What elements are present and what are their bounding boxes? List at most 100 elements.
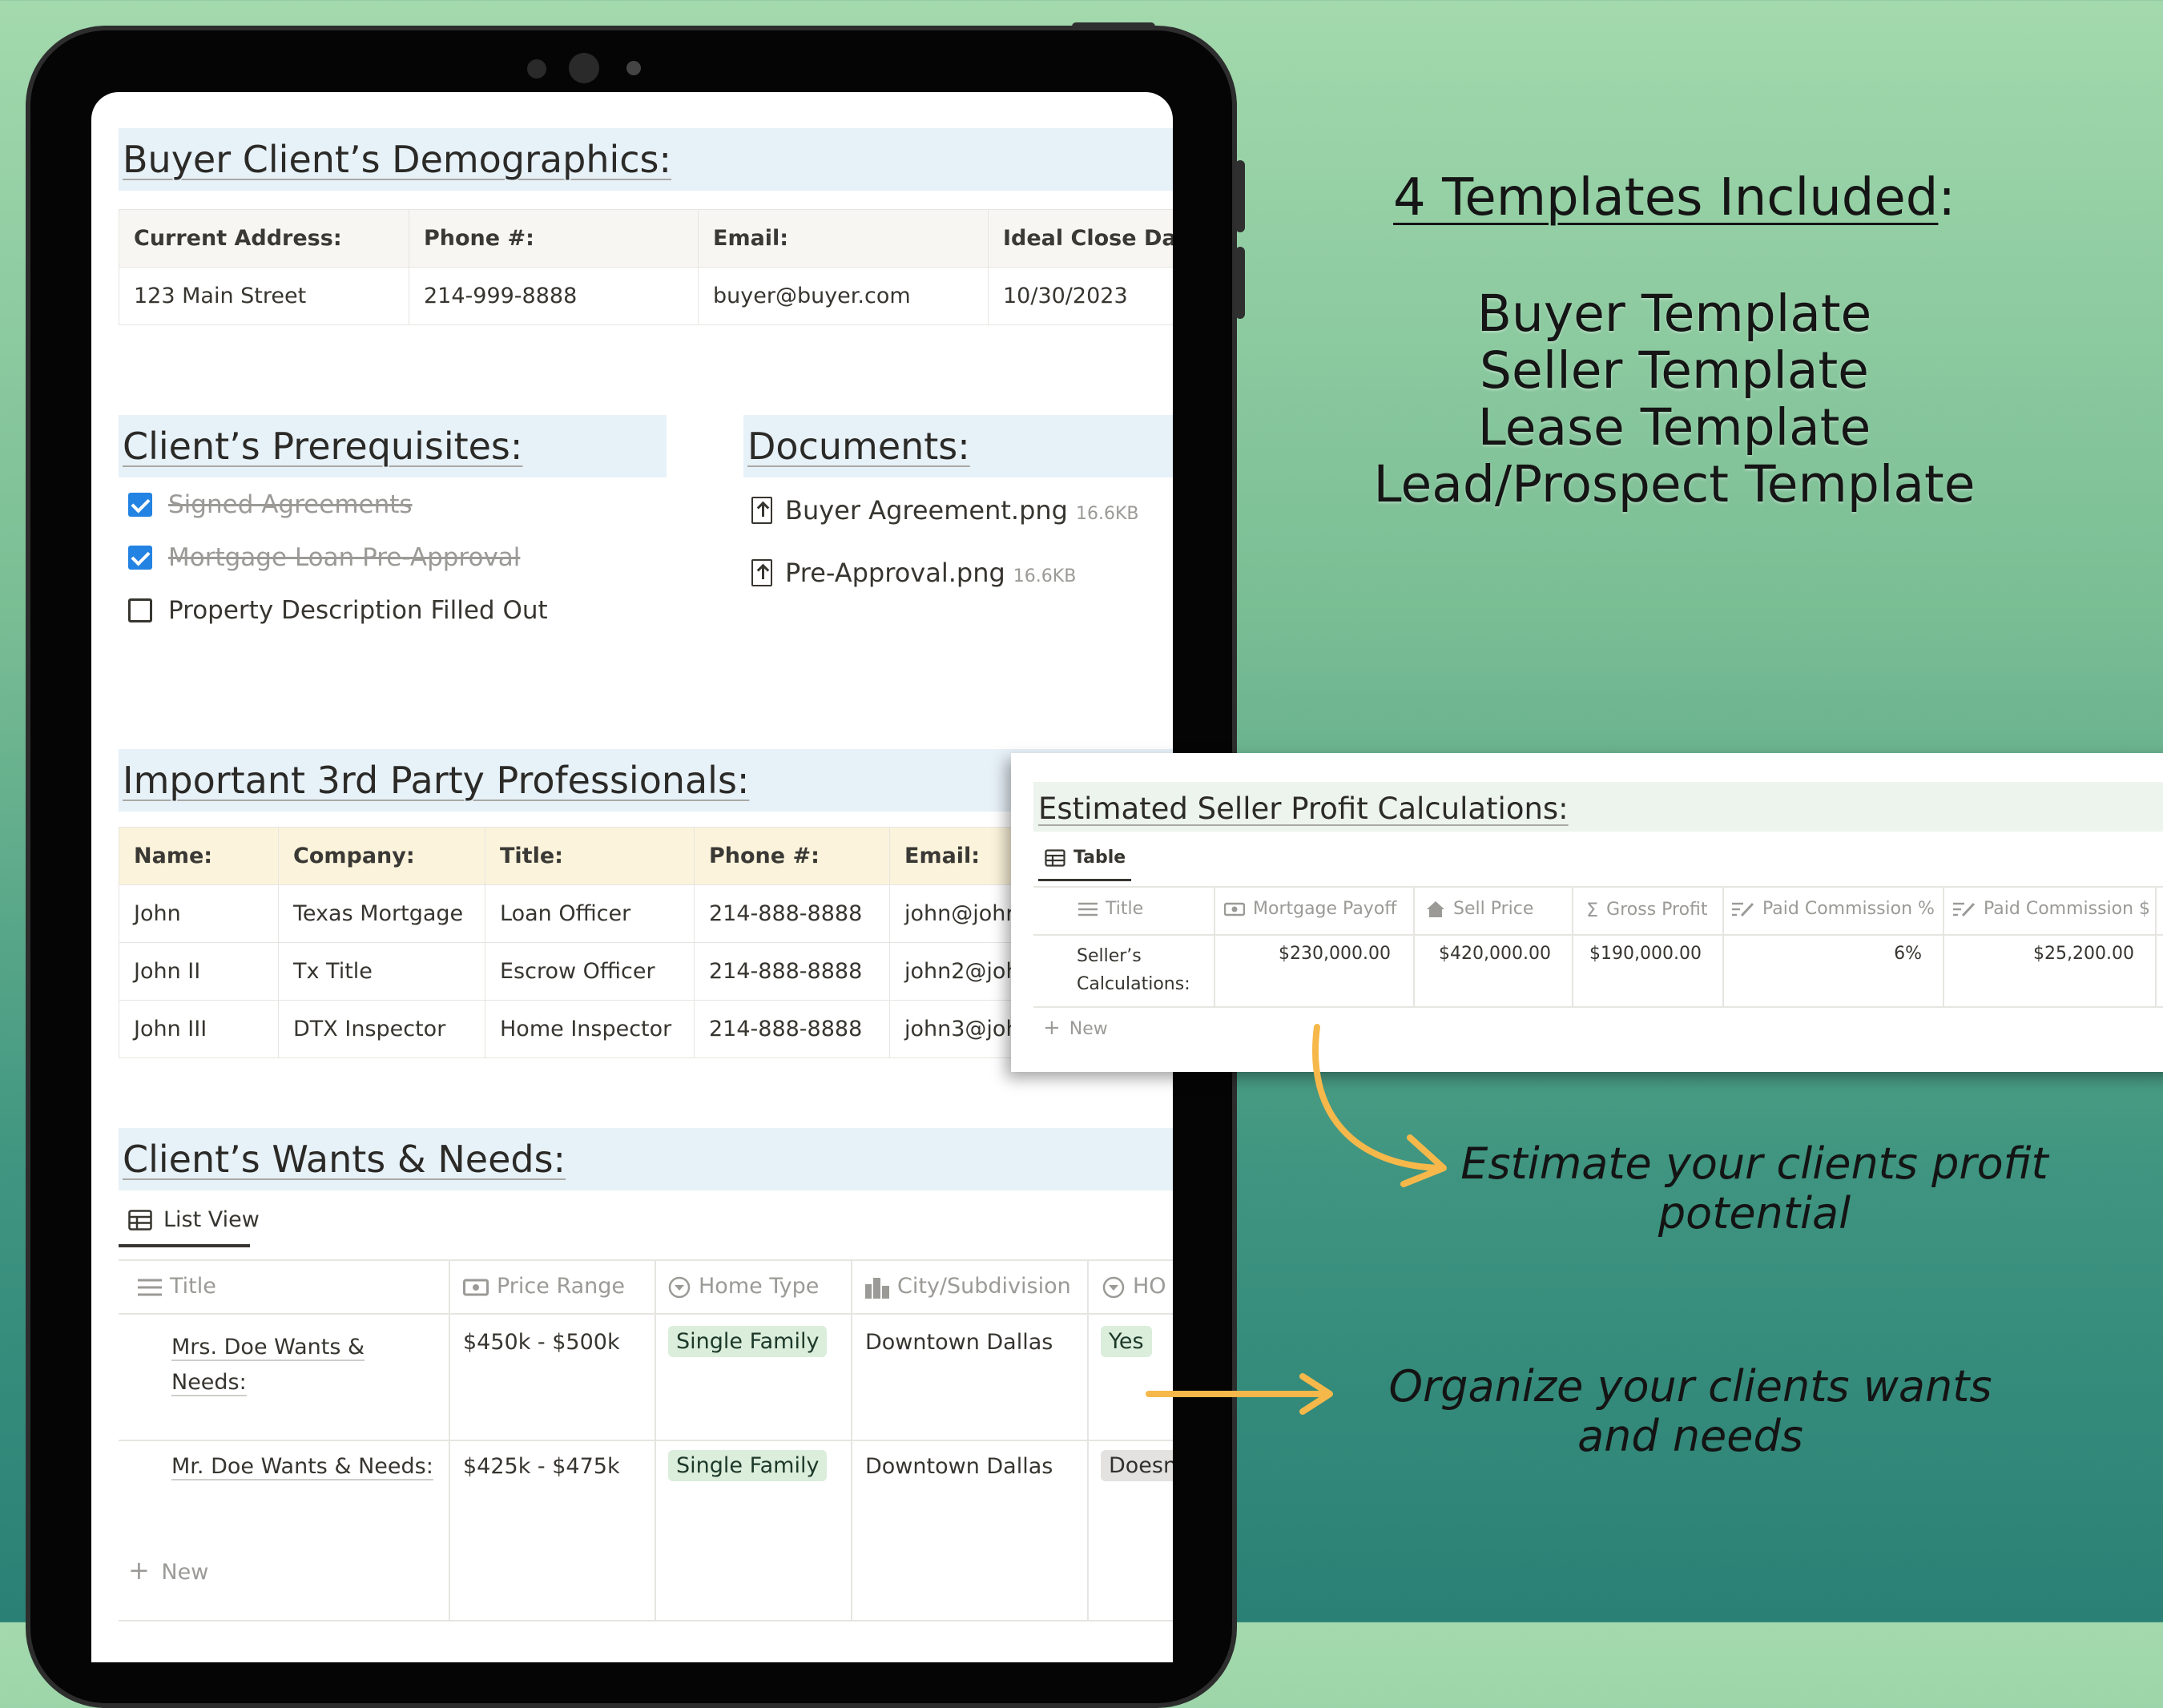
column-header-label: Gross Profit (1606, 900, 1708, 920)
file-upload-icon (751, 559, 772, 586)
formula-edit-icon (1732, 902, 1754, 917)
demographics-value-email[interactable]: buyer@buyer.com (698, 267, 989, 325)
table-cell[interactable]: John III (119, 1000, 279, 1058)
home-type-cell[interactable]: Single Family (668, 1326, 828, 1357)
document-link-buyer-agreement[interactable]: Buyer Agreement.png 16.6KB (785, 495, 1139, 526)
document-name: Pre-Approval.png (785, 558, 1005, 588)
column-header-commission-amt[interactable]: Paid Commission $ (1953, 899, 2150, 919)
arrow-to-wants-icon (1146, 1373, 1333, 1415)
checkbox-signed-agreements[interactable] (128, 493, 152, 517)
formula-edit-icon (1953, 902, 1976, 917)
table-cell[interactable]: John (119, 884, 279, 943)
list-item-title[interactable]: Mrs. Doe Wants & Needs: (171, 1330, 365, 1400)
checkbox-label: Signed Agreements (168, 490, 413, 519)
column-header-ho[interactable]: HO (1102, 1274, 1166, 1299)
tab-label: Table (1073, 848, 1126, 868)
column-header-title[interactable]: Title (138, 1274, 216, 1299)
arrow-to-profit-icon (1312, 1024, 1447, 1187)
demographics-title: Buyer Client’s Demographics: (123, 138, 672, 181)
city-cell[interactable]: Downtown Dallas (865, 1330, 1053, 1355)
checkbox-property-description[interactable] (128, 598, 152, 622)
price-range-cell[interactable]: $425k - $475k (463, 1454, 620, 1479)
professionals-header-cell: Phone #: (694, 827, 890, 885)
seller-title: Estimated Seller Profit Calculations: (1038, 792, 1569, 826)
professionals-header-cell: Company: (278, 827, 485, 885)
column-header-title[interactable]: Title (1078, 899, 1143, 919)
callout-profit: Estimate your clients profit potential (1460, 1138, 2048, 1239)
volume-button-up (1235, 160, 1245, 232)
professionals-title: Important 3rd Party Professionals: (123, 759, 750, 802)
divider (1033, 1006, 2163, 1008)
column-header-mortgage-payoff[interactable]: Mortgage Payoff (1224, 899, 1396, 919)
column-header-city[interactable]: City/Subdivision (865, 1274, 1071, 1299)
document-link-pre-approval[interactable]: Pre-Approval.png 16.6KB (785, 558, 1076, 588)
document-size: 16.6KB (1013, 566, 1077, 586)
column-divider (2155, 886, 2157, 1006)
column-header-commission-pct[interactable]: Paid Commission % (1732, 899, 1935, 919)
sell-price-value[interactable]: $420,000.00 (1439, 944, 1551, 964)
column-header-sell-price[interactable]: Sell Price (1426, 899, 1533, 919)
city-cell[interactable]: Downtown Dallas (865, 1454, 1053, 1479)
gross-profit-value[interactable]: $190,000.00 (1589, 944, 1702, 964)
sigma-icon: Σ (1586, 899, 1599, 921)
table-cell[interactable]: 214-888-8888 (694, 884, 890, 943)
column-header-price-range[interactable]: Price Range (463, 1274, 625, 1299)
mortgage-payoff-value[interactable]: $230,000.00 (1279, 944, 1391, 964)
commission-pct-value[interactable]: 6% (1894, 944, 1922, 964)
price-range-cell[interactable]: $450k - $500k (463, 1330, 620, 1355)
promo-heading-colon: : (1938, 168, 1956, 228)
template-item: Lease Template (1477, 398, 1871, 457)
table-cell[interactable]: Texas Mortgage (278, 884, 485, 943)
divider (119, 1259, 1173, 1261)
row-title-line: Needs: (171, 1370, 247, 1396)
column-header-label: Paid Commission % (1762, 899, 1935, 919)
demographics-value-phone[interactable]: 214-999-8888 (409, 267, 699, 325)
checkbox-pre-approval[interactable] (128, 546, 152, 570)
tab-table-view[interactable]: Table (1038, 841, 1131, 881)
table-cell[interactable]: Tx Title (278, 942, 485, 1001)
list-item-title[interactable]: Mr. Doe Wants & Needs: (171, 1454, 433, 1480)
table-cell[interactable]: Loan Officer (485, 884, 695, 943)
demographics-value-address[interactable]: 123 Main Street (119, 267, 409, 325)
demographics-value-close-date[interactable]: 10/30/2023 (988, 267, 1173, 325)
divider (119, 1620, 1173, 1621)
table-cell[interactable]: DTX Inspector (278, 1000, 485, 1058)
tab-list-view[interactable]: List View (119, 1202, 260, 1247)
seller-row-title[interactable]: Seller’s Calculations: (1077, 942, 1190, 998)
commission-amt-value[interactable]: $25,200.00 (2033, 944, 2134, 964)
volume-button-down (1235, 247, 1245, 319)
row-title-line: Calculations: (1077, 974, 1190, 994)
money-icon (463, 1279, 489, 1295)
demographics-header-cell: Ideal Close Date (988, 209, 1173, 268)
ho-tag: Doesn (1101, 1450, 1173, 1481)
document-size: 16.6KB (1075, 504, 1139, 524)
ho-cell[interactable]: Doesn (1101, 1450, 1173, 1481)
column-header-label: Price Range (497, 1274, 626, 1299)
column-divider (1943, 886, 1944, 1006)
table-cell[interactable]: 214-888-8888 (694, 1000, 890, 1058)
row-title-line: Mrs. Doe Wants & (171, 1335, 365, 1361)
divider (119, 1313, 1173, 1315)
table-cell[interactable]: John II (119, 942, 279, 1001)
column-header-home-type[interactable]: Home Type (668, 1274, 819, 1299)
new-row-button[interactable]: + New (1043, 1016, 1108, 1040)
tab-underline (119, 1244, 250, 1247)
table-cell[interactable]: 214-888-8888 (694, 942, 890, 1001)
seller-profit-card: Estimated Seller Profit Calculations: Ta… (1011, 753, 2163, 1072)
new-row-label: New (1069, 1019, 1108, 1039)
column-header-label: HO (1133, 1274, 1166, 1299)
row-title-line: Mr. Doe Wants & Needs: (171, 1454, 433, 1480)
professionals-header-cell: Name: (119, 827, 279, 885)
divider (119, 1440, 1173, 1441)
column-header-label: Sell Price (1453, 899, 1534, 919)
demographics-header-cell: Phone #: (409, 209, 699, 268)
column-header-gross-profit[interactable]: Σ Gross Profit (1586, 899, 1708, 921)
file-upload-icon (751, 497, 772, 524)
table-cell[interactable]: Home Inspector (485, 1000, 695, 1058)
ho-cell[interactable]: Yes (1101, 1326, 1152, 1357)
table-cell[interactable]: Escrow Officer (485, 942, 695, 1001)
home-icon (1427, 901, 1444, 917)
wants-title: Client’s Wants & Needs: (123, 1138, 566, 1181)
home-type-cell[interactable]: Single Family (668, 1450, 828, 1481)
checkbox-label: Mortgage Loan Pre-Approval (168, 543, 521, 572)
